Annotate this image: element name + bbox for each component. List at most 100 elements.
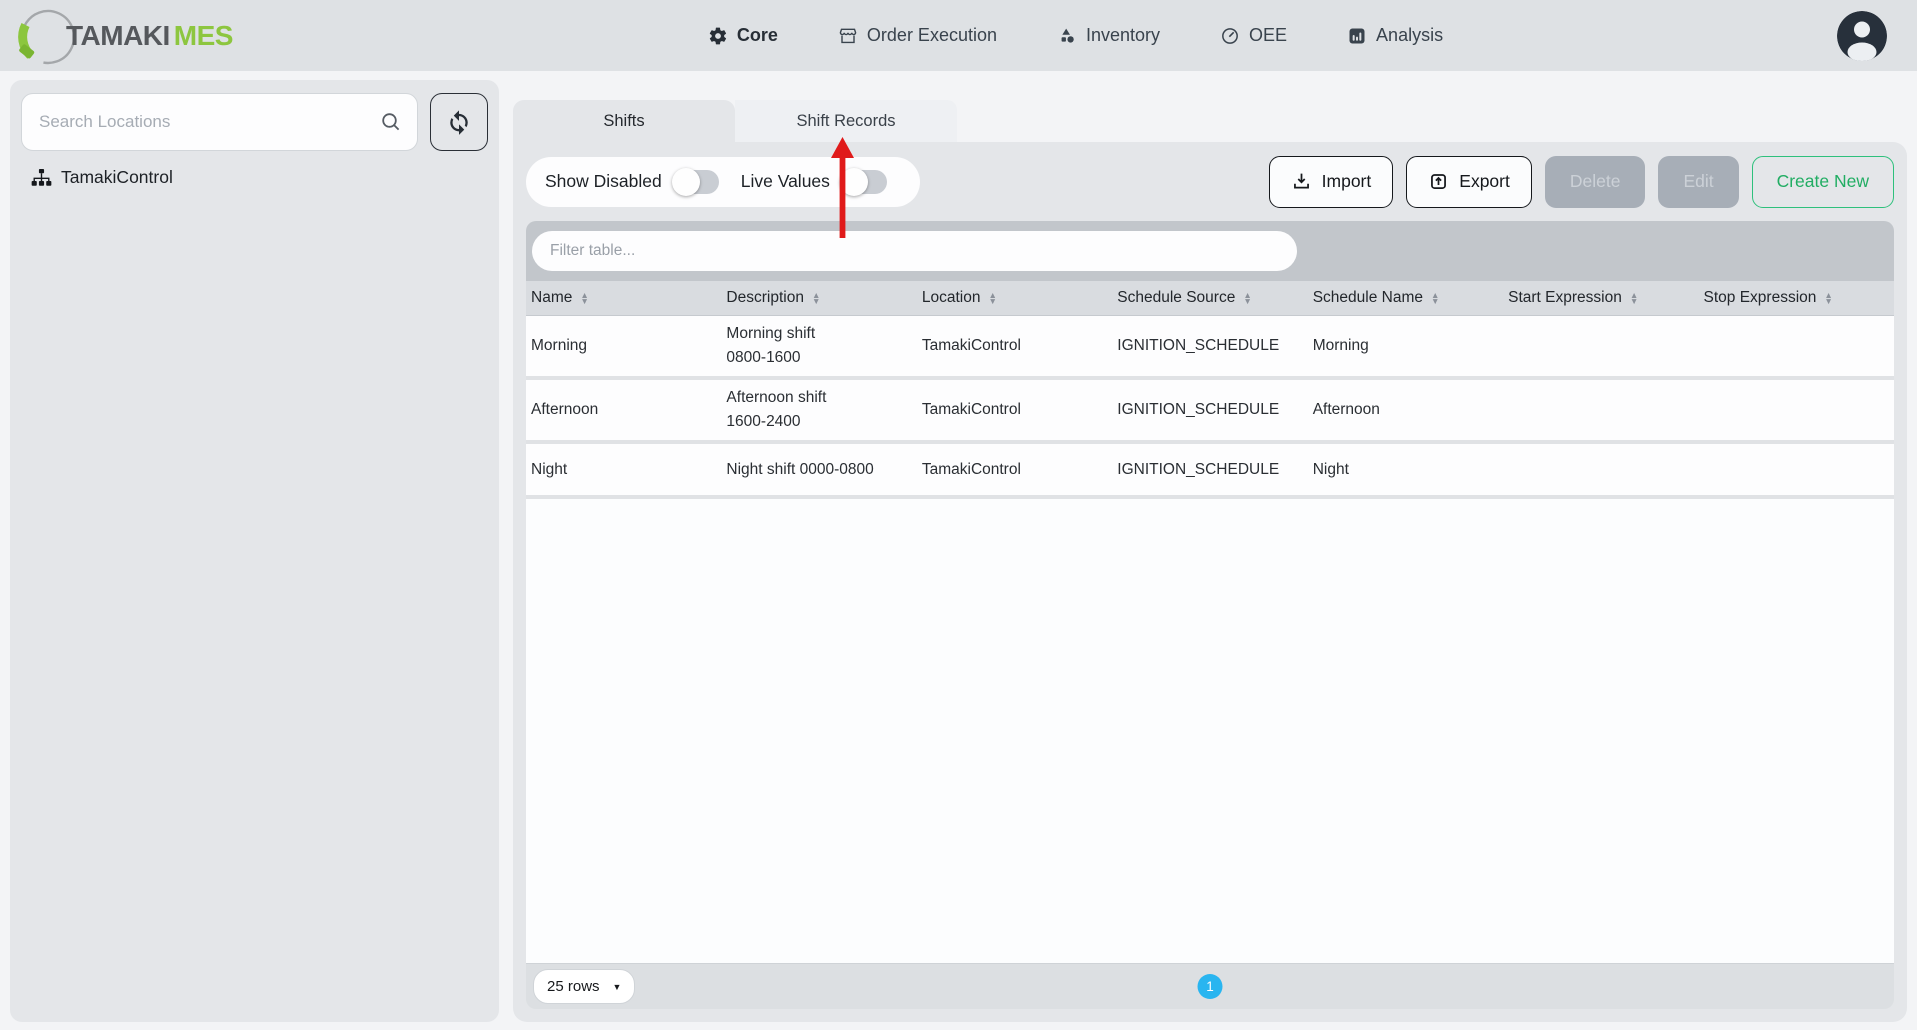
cell-name: Night	[526, 455, 721, 485]
search-icon	[379, 110, 403, 134]
cell-location: TamakiControl	[917, 455, 1112, 485]
table-row-night[interactable]: Night Night shift 0000-0800 TamakiContro…	[526, 444, 1894, 499]
column-header-location[interactable]: Location ▲▼	[917, 289, 1112, 307]
top-bar: TAMAKIMES Core Order Execution	[0, 0, 1917, 71]
app-logo: TAMAKIMES	[14, 1, 314, 71]
delete-button[interactable]: Delete	[1545, 156, 1646, 208]
locations-sidebar: TamakiControl	[10, 80, 499, 1022]
column-header-schedule-source[interactable]: Schedule Source ▲▼	[1112, 289, 1307, 307]
nav-item-analysis[interactable]: Analysis	[1347, 25, 1443, 46]
table-filter-bar	[526, 221, 1894, 281]
shapes-icon	[1057, 26, 1077, 46]
search-locations-box	[21, 93, 418, 151]
column-header-description[interactable]: Description ▲▼	[721, 289, 916, 307]
export-button[interactable]: Export	[1406, 156, 1532, 208]
cell-schedule-source: IGNITION_SCHEDULE	[1112, 331, 1307, 361]
show-disabled-label: Show Disabled	[545, 171, 662, 192]
main-area: Shifts Shift Records Show Disabled Live …	[513, 100, 1907, 1022]
cell-start-expression	[1503, 464, 1698, 476]
show-disabled-toggle[interactable]	[674, 170, 719, 194]
column-header-start-expression[interactable]: Start Expression ▲▼	[1503, 289, 1698, 307]
sitemap-icon	[31, 169, 52, 187]
cell-start-expression	[1503, 340, 1698, 352]
edit-label: Edit	[1683, 171, 1713, 192]
nav-item-order-execution[interactable]: Order Execution	[838, 25, 997, 46]
toggle-knob	[840, 168, 868, 196]
import-button[interactable]: Import	[1269, 156, 1394, 208]
bar-chart-icon	[1347, 26, 1367, 46]
table-body: Morning Morning shift 0800-1600 TamakiCo…	[526, 316, 1894, 963]
column-header-schedule-name[interactable]: Schedule Name ▲▼	[1308, 289, 1503, 307]
export-label: Export	[1459, 171, 1510, 192]
top-nav: Core Order Execution	[314, 25, 1837, 46]
cell-schedule-source: IGNITION_SCHEDULE	[1112, 395, 1307, 425]
edit-button[interactable]: Edit	[1658, 156, 1738, 208]
live-values-control: Live Values	[741, 170, 887, 194]
brand-accent: MES	[174, 20, 233, 51]
toolbar: Show Disabled Live Values	[526, 155, 1894, 208]
toggle-knob	[672, 168, 700, 196]
gear-icon	[708, 26, 728, 46]
location-tree-item-tamakicontrol[interactable]: TamakiControl	[21, 167, 488, 188]
content-area: TamakiControl Shifts Shift Records Show …	[10, 80, 1907, 1022]
cell-name: Morning	[526, 331, 721, 361]
rows-per-page-select[interactable]: 25 rows ▼	[533, 969, 635, 1004]
cell-description: Morning shift 0800-1600	[721, 316, 916, 376]
sort-icons: ▲▼	[988, 292, 996, 305]
column-header-stop-expression[interactable]: Stop Expression ▲▼	[1699, 289, 1894, 307]
cell-stop-expression	[1699, 340, 1894, 352]
rows-per-page-value: 25 rows	[547, 978, 600, 995]
table-footer: 25 rows ▼ 1	[526, 963, 1894, 1009]
cell-schedule-name: Night	[1308, 455, 1503, 485]
search-locations-input[interactable]	[21, 93, 418, 151]
cell-schedule-name: Afternoon	[1308, 395, 1503, 425]
cell-schedule-source: IGNITION_SCHEDULE	[1112, 455, 1307, 485]
export-icon	[1428, 171, 1449, 192]
nav-label: Order Execution	[867, 25, 997, 46]
cell-description: Afternoon shift 1600-2400	[721, 380, 916, 440]
cell-stop-expression	[1699, 464, 1894, 476]
create-new-button[interactable]: Create New	[1752, 156, 1894, 208]
action-buttons: Import Export Delete	[1269, 156, 1894, 208]
cell-description: Night shift 0000-0800	[721, 452, 916, 488]
create-new-label: Create New	[1777, 171, 1869, 192]
table-row-morning[interactable]: Morning Morning shift 0800-1600 TamakiCo…	[526, 316, 1894, 380]
table-row-afternoon[interactable]: Afternoon Afternoon shift 1600-2400 Tama…	[526, 380, 1894, 444]
sort-icons: ▲▼	[1824, 292, 1832, 305]
show-disabled-control: Show Disabled	[545, 170, 719, 194]
account-icon	[1837, 11, 1887, 61]
shifts-panel: Show Disabled Live Values	[513, 142, 1907, 1022]
nav-label: Analysis	[1376, 25, 1443, 46]
user-avatar[interactable]	[1837, 11, 1887, 61]
cell-location: TamakiControl	[917, 395, 1112, 425]
shifts-table: Name ▲▼ Description ▲▼ Location ▲▼ Sch	[526, 221, 1894, 1009]
sort-icons: ▲▼	[1630, 292, 1638, 305]
tab-shift-records[interactable]: Shift Records	[735, 100, 957, 142]
cell-name: Afternoon	[526, 395, 721, 425]
delete-label: Delete	[1570, 171, 1621, 192]
app-root: TAMAKIMES Core Order Execution	[0, 0, 1917, 1030]
nav-item-inventory[interactable]: Inventory	[1057, 25, 1160, 46]
table-header-row: Name ▲▼ Description ▲▼ Location ▲▼ Sch	[526, 281, 1894, 316]
nav-item-oee[interactable]: OEE	[1220, 25, 1287, 46]
cell-stop-expression	[1699, 404, 1894, 416]
cell-location: TamakiControl	[917, 331, 1112, 361]
storefront-icon	[838, 26, 858, 46]
nav-item-core[interactable]: Core	[708, 25, 778, 46]
nav-label: OEE	[1249, 25, 1287, 46]
sort-icons: ▲▼	[580, 292, 588, 305]
cell-schedule-name: Morning	[1308, 331, 1503, 361]
column-header-name[interactable]: Name ▲▼	[526, 289, 721, 307]
refresh-icon	[445, 108, 473, 136]
sort-icons: ▲▼	[812, 292, 820, 305]
tab-shifts[interactable]: Shifts	[513, 100, 735, 142]
brand-primary: TAMAKI	[66, 20, 170, 51]
pagination-page-1[interactable]: 1	[1198, 974, 1223, 999]
sort-icons: ▲▼	[1243, 292, 1251, 305]
tab-bar: Shifts Shift Records	[513, 100, 1907, 142]
live-values-toggle[interactable]	[842, 170, 887, 194]
refresh-button[interactable]	[430, 93, 488, 151]
gauge-icon	[1220, 26, 1240, 46]
cell-start-expression	[1503, 404, 1698, 416]
table-filter-input[interactable]	[532, 231, 1297, 271]
